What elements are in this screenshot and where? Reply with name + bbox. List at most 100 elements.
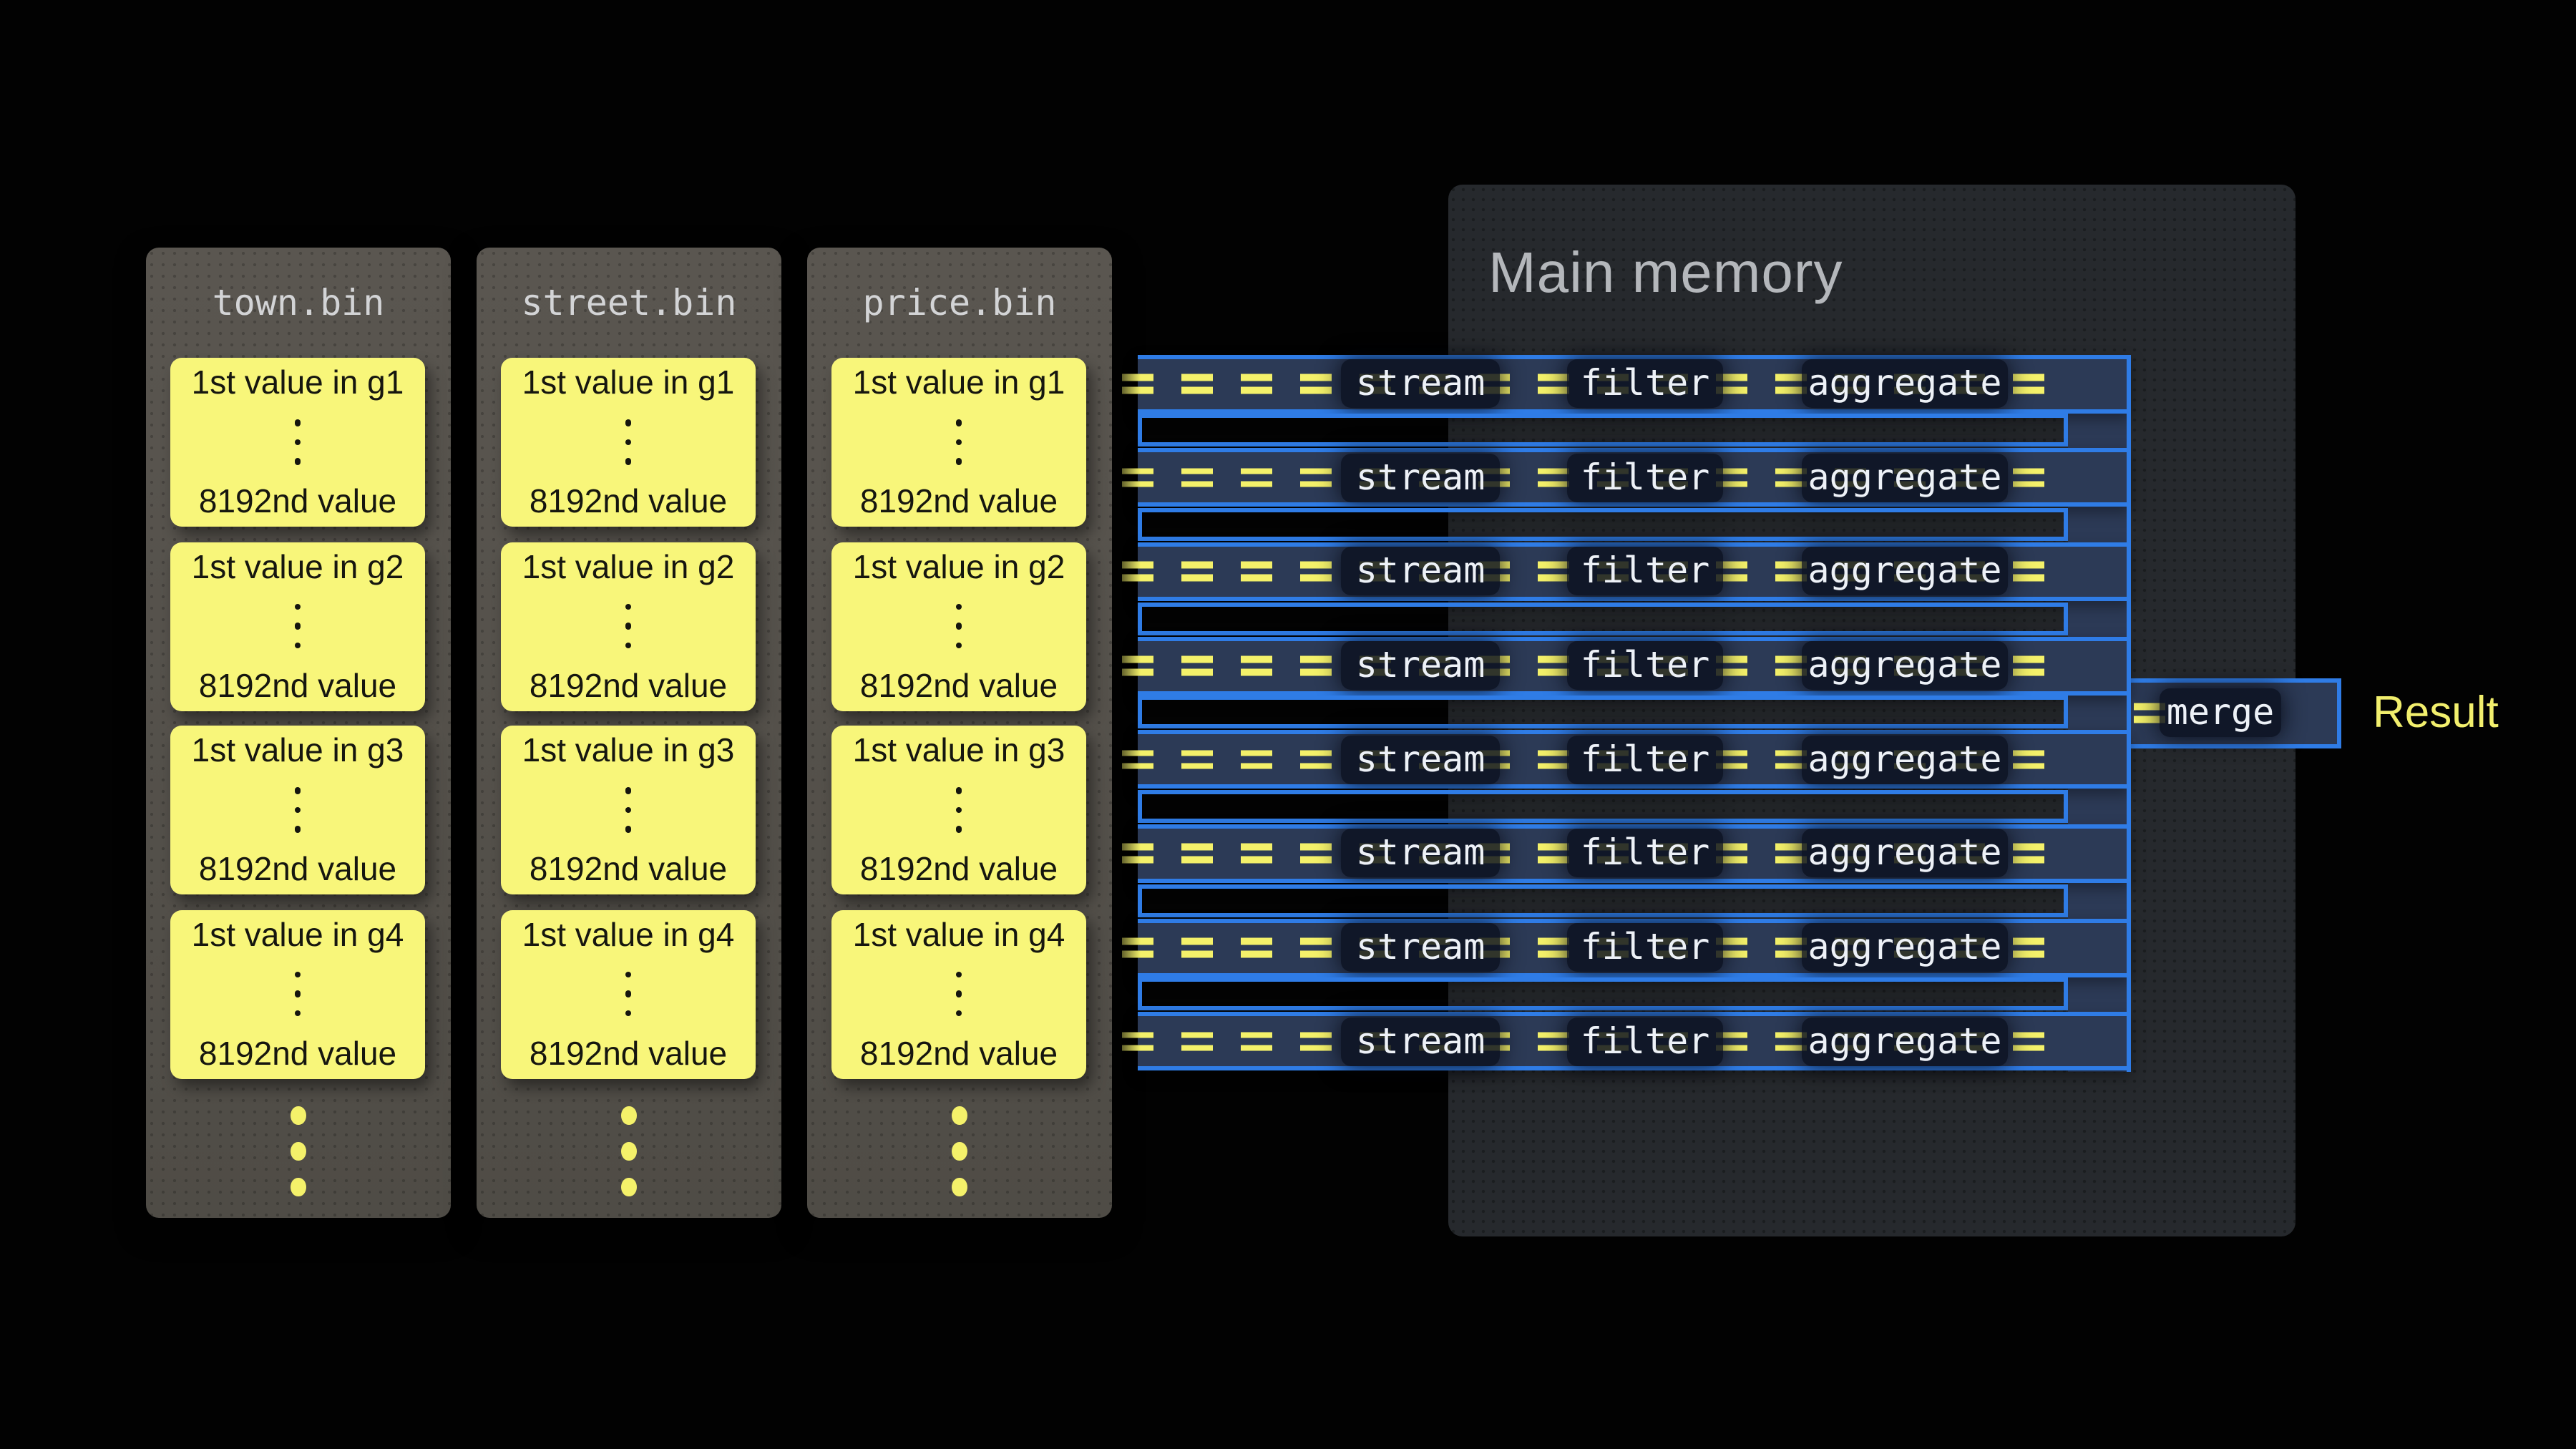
pipeline-row: stream filter aggregate — [1138, 1013, 2131, 1071]
more-values-ellipsis-icon — [956, 420, 962, 465]
group-first-value-label: 1st value in g3 — [192, 731, 404, 770]
value-group-card: 1st value in g2 8192nd value — [501, 542, 756, 711]
group-first-value-label: 1st value in g1 — [853, 364, 1065, 402]
value-group-card: 1st value in g4 8192nd value — [170, 909, 425, 1078]
pipeline-row: stream filter aggregate — [1138, 918, 2131, 977]
pipeline-spacer — [1138, 790, 2068, 823]
more-values-ellipsis-icon — [295, 972, 301, 1017]
pipeline-spacer — [1138, 508, 2068, 541]
file-panel: price.bin 1st value in g1 8192nd value 1… — [807, 248, 1112, 1218]
main-memory-title: Main memory — [1488, 242, 1843, 306]
aggregate-chip: aggregate — [1802, 453, 2008, 502]
group-first-value-label: 1st value in g1 — [522, 364, 735, 402]
merge-chip: merge — [2160, 689, 2281, 738]
aggregate-chip: aggregate — [1802, 829, 2008, 878]
group-last-value-label: 8192nd value — [199, 850, 396, 889]
pipeline-spacer — [1138, 602, 2068, 635]
aggregate-chip: aggregate — [1802, 923, 2008, 972]
group-first-value-label: 1st value in g2 — [853, 547, 1065, 586]
result-label: Result — [2373, 678, 2499, 748]
more-values-ellipsis-icon — [956, 604, 962, 649]
group-last-value-label: 8192nd value — [199, 666, 396, 705]
aggregate-chip: aggregate — [1802, 547, 2008, 596]
pipeline-spacer — [1138, 414, 2068, 447]
stream-chip: stream — [1341, 641, 1500, 690]
pipeline-row: stream filter aggregate — [1138, 354, 2131, 413]
group-last-value-label: 8192nd value — [530, 1034, 727, 1073]
pipeline-spacer — [1138, 978, 2068, 1011]
filter-chip: filter — [1567, 453, 1723, 502]
stream-chip: stream — [1341, 453, 1500, 502]
more-values-ellipsis-icon — [956, 972, 962, 1017]
filter-chip: filter — [1567, 359, 1723, 408]
value-group-card: 1st value in g3 8192nd value — [170, 726, 425, 894]
more-values-ellipsis-icon — [295, 788, 301, 833]
group-last-value-label: 8192nd value — [530, 482, 727, 521]
stream-chip: stream — [1341, 829, 1500, 878]
group-first-value-label: 1st value in g4 — [192, 915, 404, 954]
group-last-value-label: 8192nd value — [860, 1034, 1058, 1073]
filter-chip: filter — [1567, 641, 1723, 690]
value-group-card: 1st value in g4 8192nd value — [831, 909, 1086, 1078]
aggregate-chip: aggregate — [1802, 1018, 2008, 1066]
value-group-card: 1st value in g3 8192nd value — [501, 726, 756, 894]
file-name-label: street.bin — [477, 283, 781, 322]
more-groups-ellipsis-icon — [807, 1106, 1112, 1196]
aggregate-chip: aggregate — [1802, 736, 2008, 784]
group-first-value-label: 1st value in g1 — [192, 364, 404, 402]
group-first-value-label: 1st value in g4 — [853, 915, 1065, 954]
stream-chip: stream — [1341, 547, 1500, 596]
more-values-ellipsis-icon — [625, 972, 632, 1017]
group-last-value-label: 8192nd value — [860, 666, 1058, 705]
filter-chip: filter — [1567, 736, 1723, 784]
merge-band: merge — [2131, 678, 2341, 748]
group-first-value-label: 1st value in g4 — [522, 915, 735, 954]
file-name-label: town.bin — [146, 283, 451, 322]
filter-chip: filter — [1567, 829, 1723, 878]
group-last-value-label: 8192nd value — [199, 482, 396, 521]
value-group-card: 1st value in g1 8192nd value — [831, 358, 1086, 527]
value-group-card: 1st value in g2 8192nd value — [170, 542, 425, 711]
more-values-ellipsis-icon — [625, 788, 632, 833]
group-last-value-label: 8192nd value — [199, 1034, 396, 1073]
group-last-value-label: 8192nd value — [530, 666, 727, 705]
pipeline-row: stream filter aggregate — [1138, 448, 2131, 507]
more-values-ellipsis-icon — [625, 604, 632, 649]
pipeline-row: stream filter aggregate — [1138, 542, 2131, 601]
value-group-card: 1st value in g3 8192nd value — [831, 726, 1086, 894]
value-group-list: 1st value in g1 8192nd value 1st value i… — [501, 358, 756, 1078]
stream-chip: stream — [1341, 736, 1500, 784]
file-panel: street.bin 1st value in g1 8192nd value … — [477, 248, 781, 1218]
more-values-ellipsis-icon — [956, 788, 962, 833]
pipeline-row: stream filter aggregate — [1138, 824, 2131, 883]
stream-chip: stream — [1341, 923, 1500, 972]
more-values-ellipsis-icon — [625, 420, 632, 465]
more-groups-ellipsis-icon — [477, 1106, 781, 1196]
stream-chip: stream — [1341, 359, 1500, 408]
diagram-canvas: Main memory town.bin 1st value in g1 819… — [0, 0, 2576, 1449]
value-group-list: 1st value in g1 8192nd value 1st value i… — [831, 358, 1086, 1078]
value-group-card: 1st value in g2 8192nd value — [831, 542, 1086, 711]
group-last-value-label: 8192nd value — [530, 850, 727, 889]
group-last-value-label: 8192nd value — [860, 482, 1058, 521]
value-group-card: 1st value in g1 8192nd value — [501, 358, 756, 527]
group-first-value-label: 1st value in g2 — [192, 547, 404, 586]
pipeline-container: stream filter aggregate stream filter ag… — [1138, 354, 2131, 1071]
pipeline-row: stream filter aggregate — [1138, 731, 2131, 789]
file-panel: town.bin 1st value in g1 8192nd value 1s… — [146, 248, 451, 1218]
pipeline-row: stream filter aggregate — [1138, 636, 2131, 695]
filter-chip: filter — [1567, 923, 1723, 972]
more-values-ellipsis-icon — [295, 604, 301, 649]
value-group-card: 1st value in g1 8192nd value — [170, 358, 425, 527]
pipeline-spacer — [1138, 696, 2068, 729]
pipeline-spacer — [1138, 884, 2068, 917]
filter-chip: filter — [1567, 547, 1723, 596]
value-group-card: 1st value in g4 8192nd value — [501, 909, 756, 1078]
value-group-list: 1st value in g1 8192nd value 1st value i… — [170, 358, 425, 1078]
file-name-label: price.bin — [807, 283, 1112, 322]
group-last-value-label: 8192nd value — [860, 850, 1058, 889]
group-first-value-label: 1st value in g3 — [853, 731, 1065, 770]
aggregate-chip: aggregate — [1802, 359, 2008, 408]
group-first-value-label: 1st value in g3 — [522, 731, 735, 770]
more-groups-ellipsis-icon — [146, 1106, 451, 1196]
